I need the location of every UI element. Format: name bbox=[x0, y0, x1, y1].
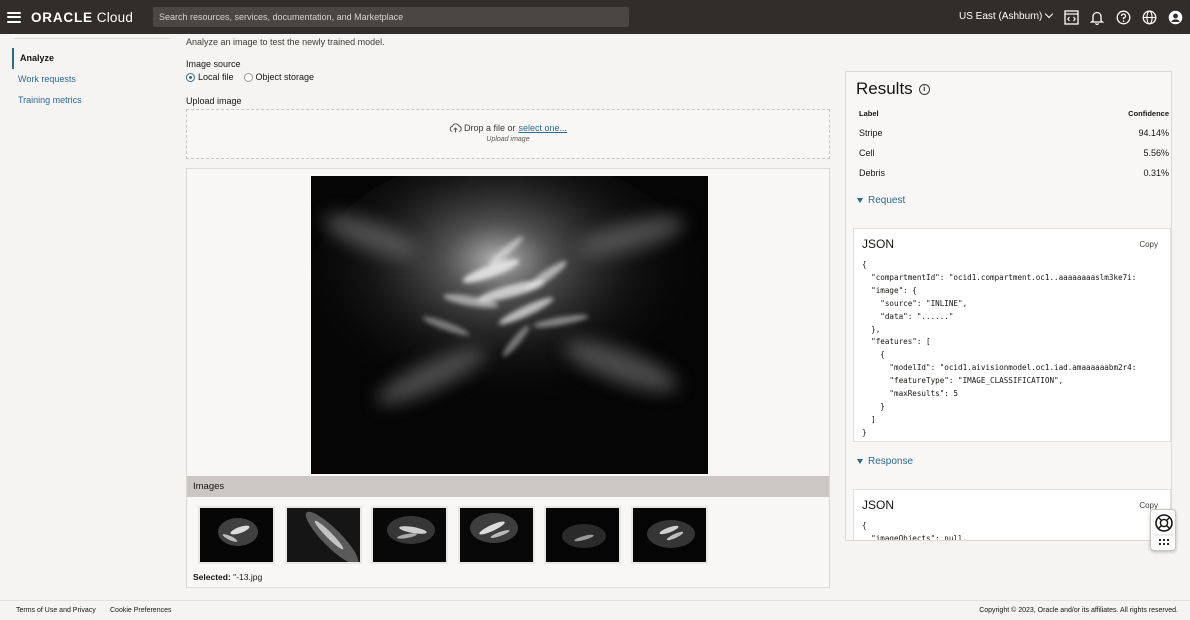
selected-file-name: "-13.jpg bbox=[233, 572, 263, 582]
selected-file-label: Selected: "-13.jpg bbox=[193, 572, 262, 582]
json-title: JSON bbox=[862, 498, 895, 512]
caret-down-icon bbox=[857, 198, 863, 203]
menu-icon[interactable] bbox=[7, 11, 21, 23]
page-description: Analyze an image to test the newly train… bbox=[186, 37, 385, 47]
drop-hint: Upload image bbox=[486, 136, 530, 143]
caret-down-icon bbox=[857, 459, 863, 464]
info-icon[interactable]: i bbox=[918, 83, 930, 95]
result-label: Debris bbox=[859, 168, 886, 178]
bell-icon[interactable] bbox=[1089, 9, 1105, 25]
top-bar: ORACLE Cloud Search resources, services,… bbox=[0, 0, 1190, 34]
thumbnail-strip bbox=[198, 506, 717, 564]
nav-item-analyze[interactable]: Analyze bbox=[12, 48, 172, 69]
brand-cloud: Cloud bbox=[96, 9, 134, 25]
copy-button[interactable]: Copy bbox=[1139, 240, 1158, 249]
region-selector[interactable]: US East (Ashburn) bbox=[959, 9, 1054, 22]
radio-unselected-icon bbox=[243, 72, 253, 82]
response-section-toggle[interactable]: Response bbox=[857, 456, 913, 467]
response-json-code: { "imageObjects": null, bbox=[862, 521, 968, 541]
column-header-confidence: Confidence bbox=[1128, 109, 1169, 118]
results-title-text: Results bbox=[856, 79, 913, 98]
cookie-preferences-link[interactable]: Cookie Preferences bbox=[110, 607, 171, 614]
request-json-code: { "compartmentId": "ocid1.compartment.oc… bbox=[862, 260, 1137, 437]
user-icon[interactable] bbox=[1167, 9, 1183, 25]
response-label: Response bbox=[868, 456, 914, 467]
json-title: JSON bbox=[862, 237, 895, 251]
code-editor-icon[interactable] bbox=[1063, 9, 1079, 25]
side-nav: Analyze Work requests Training metrics bbox=[12, 48, 172, 111]
image-viewer: Images Selected: "-13.jpg bbox=[186, 168, 830, 588]
image-thumbnail[interactable] bbox=[457, 506, 535, 564]
select-file-link[interactable]: select one... bbox=[519, 123, 568, 133]
terms-link[interactable]: Terms of Use and Privacy bbox=[16, 607, 96, 614]
selected-label: Selected: bbox=[193, 572, 231, 582]
table-row: Stripe 94.14% bbox=[859, 123, 1169, 143]
footer: Terms of Use and Privacy Cookie Preferen… bbox=[0, 600, 1190, 620]
result-confidence: 5.56% bbox=[1143, 148, 1169, 158]
radio-object-storage-label: Object storage bbox=[255, 72, 315, 82]
image-thumbnail[interactable] bbox=[544, 506, 621, 564]
chevron-down-icon bbox=[1045, 9, 1054, 19]
search-input[interactable]: Search resources, services, documentatio… bbox=[153, 7, 629, 27]
file-drop-zone[interactable]: Drop a file or select one... Upload imag… bbox=[186, 109, 830, 159]
oracle-cloud-logo[interactable]: ORACLE Cloud bbox=[31, 10, 133, 25]
radio-local-file-label: Local file bbox=[198, 72, 234, 82]
result-confidence: 0.31% bbox=[1143, 168, 1169, 178]
help-icon[interactable] bbox=[1115, 9, 1131, 25]
image-thumbnail[interactable] bbox=[198, 506, 275, 564]
help-widget[interactable] bbox=[1150, 509, 1176, 551]
table-row: Debris 0.31% bbox=[859, 163, 1169, 183]
cloud-upload-icon bbox=[449, 123, 462, 133]
nav-item-training-metrics[interactable]: Training metrics bbox=[12, 90, 172, 111]
request-json-box: JSON Copy { "compartmentId": "ocid1.comp… bbox=[853, 228, 1171, 442]
upload-image-label: Upload image bbox=[186, 96, 242, 106]
nav-divider bbox=[14, 38, 170, 39]
table-row: Cell 5.56% bbox=[859, 143, 1169, 163]
image-thumbnail[interactable] bbox=[630, 506, 708, 564]
image-thumbnail[interactable] bbox=[371, 506, 448, 564]
results-table-header: Label Confidence bbox=[859, 109, 1169, 123]
image-thumbnail[interactable] bbox=[284, 506, 362, 564]
column-header-label: Label bbox=[859, 109, 879, 118]
images-strip-header: Images bbox=[187, 476, 829, 497]
brand-oracle: ORACLE bbox=[31, 9, 93, 25]
result-label: Cell bbox=[859, 148, 875, 158]
apps-grid-icon bbox=[1158, 538, 1170, 546]
copyright-text: Copyright © 2023, Oracle and/or its affi… bbox=[979, 607, 1178, 614]
radio-selected-icon bbox=[186, 72, 195, 82]
image-preview bbox=[311, 176, 708, 474]
results-table: Label Confidence Stripe 94.14% Cell 5.56… bbox=[859, 109, 1169, 183]
lifebuoy-icon bbox=[1155, 514, 1173, 532]
result-label: Stripe bbox=[859, 128, 883, 138]
image-source-label: Image source bbox=[186, 59, 241, 69]
radio-local-file[interactable]: Local file bbox=[186, 72, 234, 82]
results-panel: Results i Label Confidence Stripe 94.14%… bbox=[845, 71, 1172, 541]
request-section-toggle[interactable]: Request bbox=[857, 195, 905, 206]
image-source-radio-group: Local file Object storage bbox=[186, 72, 324, 82]
request-label: Request bbox=[868, 195, 906, 206]
globe-icon[interactable] bbox=[1141, 9, 1157, 25]
nav-item-work-requests[interactable]: Work requests bbox=[12, 69, 172, 90]
drop-text: Drop a file or bbox=[463, 123, 516, 133]
radio-object-storage[interactable]: Object storage bbox=[243, 72, 315, 82]
region-label: US East (Ashburn) bbox=[959, 11, 1043, 22]
response-json-box: JSON Copy { "imageObjects": null, bbox=[853, 489, 1171, 541]
results-title: Results i bbox=[856, 79, 930, 99]
result-confidence: 94.14% bbox=[1138, 128, 1169, 138]
